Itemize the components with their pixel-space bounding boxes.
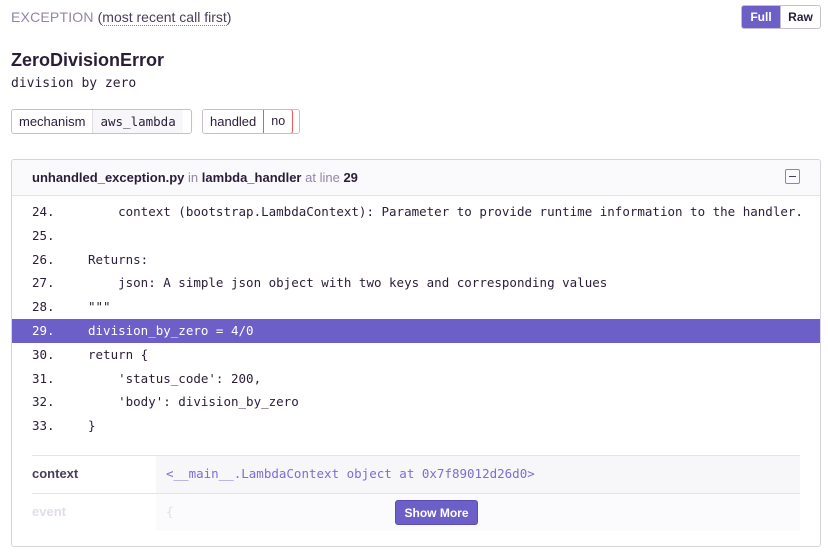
tag-value: aws_lambda (92, 110, 183, 133)
stack-frame: unhandled_exception.py in lambda_handler… (11, 159, 821, 547)
code-line-active: 29. division_by_zero = 4/0 (12, 318, 820, 343)
code-line: 27. json: A simple json object with two … (32, 275, 608, 291)
code-line: 32. 'body': division_by_zero (32, 394, 299, 410)
frame-function: lambda_handler (201, 170, 302, 185)
tag-value: no (263, 110, 294, 133)
code-line: 26. Returns: (32, 251, 149, 267)
raw-view-button[interactable]: Raw (780, 6, 820, 28)
tag-handled[interactable]: handled no (202, 109, 300, 134)
exception-message: division by zero (11, 76, 137, 91)
code-line: 30. return { (32, 346, 149, 362)
variable-value: { (156, 494, 800, 531)
variable-key: context (32, 456, 156, 493)
code-line: 25. (32, 227, 55, 243)
full-view-button[interactable]: Full (742, 6, 780, 28)
code-line: 33.} (32, 418, 96, 434)
frame-filename: unhandled_exception.py (32, 170, 185, 185)
frame-line-number: 29 (343, 170, 358, 185)
code-line: 31. 'status_code': 200, (32, 370, 262, 386)
variable-value: <__main__.LambdaContext object at 0x7f89… (156, 456, 800, 493)
frame-variables: context <__main__.LambdaContext object a… (32, 455, 800, 531)
show-more-button[interactable]: Show More (395, 500, 478, 525)
tag-key: mechanism (12, 110, 93, 133)
exception-header: EXCEPTION (most recent call first) (11, 9, 232, 26)
view-toggle: Full Raw (741, 5, 821, 29)
variable-key: event (32, 494, 156, 531)
tag-mechanism[interactable]: mechanism aws_lambda (11, 109, 192, 134)
section-title: EXCEPTION (11, 9, 94, 25)
variable-row: event { Show More (32, 493, 800, 531)
exception-type: ZeroDivisionError (11, 50, 165, 70)
collapse-icon[interactable] (785, 169, 800, 184)
tag-key: handled (203, 110, 264, 133)
most-recent-call-first-link[interactable]: most recent call first (102, 9, 227, 26)
code-line: 24. context (bootstrap.LambdaContext): P… (32, 204, 803, 219)
frame-header[interactable]: unhandled_exception.py in lambda_handler… (12, 160, 820, 196)
code-line: 28. """ (32, 299, 111, 315)
variable-row: context <__main__.LambdaContext object a… (32, 455, 800, 493)
code-context: 24. context (bootstrap.LambdaContext): P… (12, 200, 820, 438)
